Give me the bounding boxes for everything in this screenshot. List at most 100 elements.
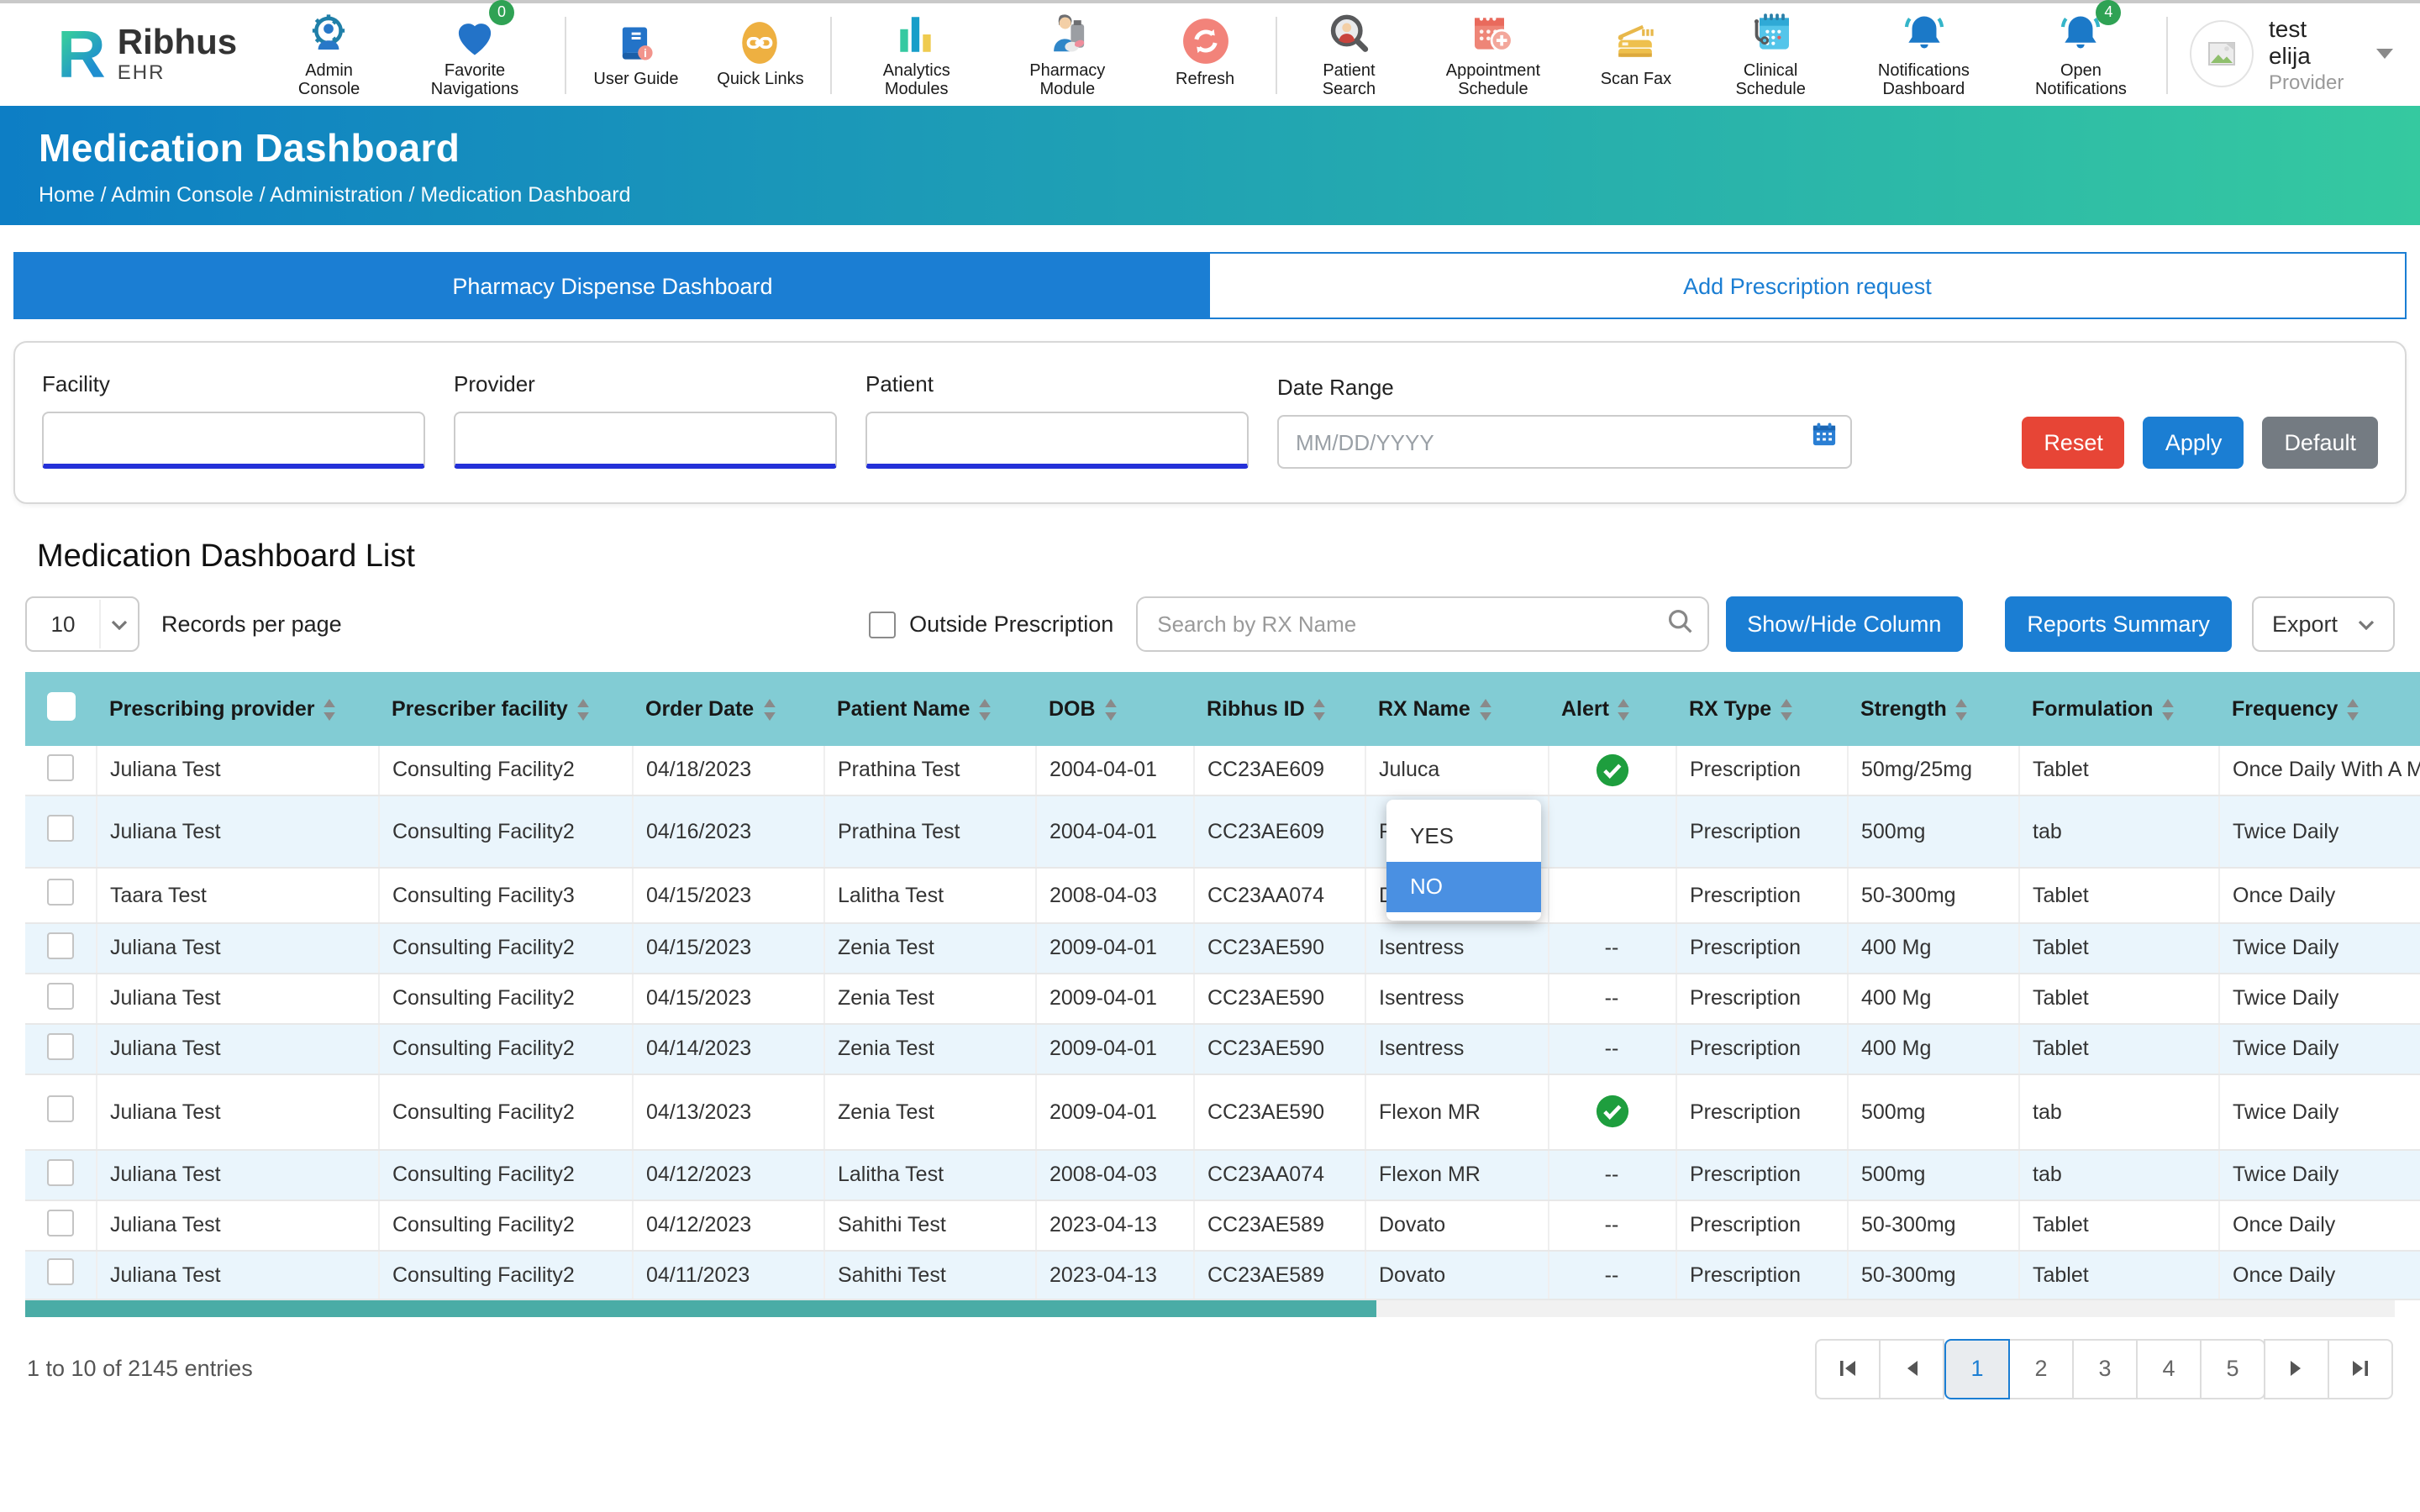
table-cell: 50-300mg: [1847, 1200, 2018, 1250]
column-header[interactable]: Alert: [1548, 672, 1676, 746]
sort-icon[interactable]: [762, 698, 776, 720]
date-range-input[interactable]: [1277, 415, 1852, 469]
table-cell: 2008-04-03: [1035, 867, 1193, 922]
horizontal-scrollbar[interactable]: [25, 1299, 2395, 1316]
calendar-icon[interactable]: [1812, 422, 1837, 455]
table-cell: Prescription: [1676, 973, 1847, 1023]
column-header[interactable]: RX Type: [1676, 672, 1847, 746]
records-per-page-select[interactable]: 10: [25, 596, 139, 652]
nav-item-open-notifications[interactable]: 4 Open Notifications: [2004, 9, 2157, 100]
table-cell: CC23AA074: [1193, 1149, 1365, 1200]
show-hide-column-button[interactable]: Show/Hide Column: [1725, 596, 1963, 652]
column-header[interactable]: Patient Name: [823, 672, 1035, 746]
last-page-button[interactable]: [2328, 1338, 2393, 1399]
row-checkbox[interactable]: [47, 982, 74, 1009]
table-cell: tab: [2018, 795, 2218, 867]
table-cell: Once Daily: [2218, 1200, 2420, 1250]
nav-item-pharmacy-module[interactable]: Pharmacy Module: [992, 9, 1144, 100]
facility-input[interactable]: [42, 412, 425, 469]
nav-item-user-guide[interactable]: i User Guide: [574, 19, 698, 91]
user-menu[interactable]: test elija Provider: [2189, 14, 2393, 95]
table-cell: Twice Daily: [2218, 1023, 2420, 1074]
row-checkbox[interactable]: [47, 1258, 74, 1285]
column-header[interactable]: Ribhus ID: [1193, 672, 1365, 746]
table-cell: 04/11/2023: [632, 1250, 823, 1299]
export-dropdown[interactable]: Export: [2252, 596, 2395, 652]
nav-item-refresh[interactable]: Refresh: [1143, 19, 1267, 91]
row-checkbox[interactable]: [47, 1158, 74, 1185]
sort-icon[interactable]: [576, 698, 590, 720]
sort-icon[interactable]: [2346, 698, 2360, 720]
sort-icon[interactable]: [1618, 698, 1631, 720]
column-header[interactable]: Frequency: [2218, 672, 2420, 746]
apply-button[interactable]: Apply: [2144, 417, 2244, 469]
column-header[interactable]: Formulation: [2018, 672, 2218, 746]
nav-item-clinical-schedule[interactable]: Clinical Schedule: [1698, 9, 1843, 100]
reports-summary-button[interactable]: Reports Summary: [2005, 596, 2232, 652]
alert-option-no[interactable]: NO: [1386, 862, 1541, 912]
reset-button[interactable]: Reset: [2022, 417, 2125, 469]
breadcrumb[interactable]: Home / Admin Console / Administration / …: [39, 182, 2420, 206]
nav-label: Clinical Schedule: [1708, 61, 1833, 100]
nav-item-scan-fax[interactable]: Scan Fax: [1574, 19, 1698, 91]
alert-option-yes[interactable]: YES: [1386, 811, 1541, 862]
search-input[interactable]: [1135, 596, 1708, 652]
row-checkbox[interactable]: [47, 1032, 74, 1059]
nav-item-favorite-navigations[interactable]: 0 Favorite Navigations: [394, 9, 555, 100]
column-header[interactable]: DOB: [1035, 672, 1193, 746]
refresh-icon: [1181, 19, 1229, 66]
prev-page-button[interactable]: [1879, 1338, 1944, 1399]
row-checkbox[interactable]: [47, 879, 74, 906]
row-checkbox[interactable]: [47, 815, 74, 842]
table-cell: CC23AE609: [1193, 795, 1365, 867]
nav-label: Appointment Schedule: [1423, 61, 1564, 100]
sort-icon[interactable]: [324, 698, 337, 720]
sort-icon[interactable]: [1780, 698, 1793, 720]
provider-input[interactable]: [454, 412, 837, 469]
sort-icon[interactable]: [2161, 698, 2175, 720]
nav-item-analytics-modules[interactable]: Analytics Modules: [841, 9, 992, 100]
column-header[interactable]: Prescriber facility: [378, 672, 632, 746]
next-page-button[interactable]: [2264, 1338, 2329, 1399]
alert-check-icon[interactable]: [1594, 1094, 1629, 1129]
page-button-4[interactable]: 4: [2136, 1338, 2202, 1399]
nav-item-appointment-schedule[interactable]: Appointment Schedule: [1413, 9, 1574, 100]
sort-icon[interactable]: [1955, 698, 1969, 720]
tab-pharmacy-dispense-dashboard[interactable]: Pharmacy Dispense Dashboard: [15, 254, 1210, 318]
select-all-checkbox[interactable]: [46, 692, 75, 721]
column-header[interactable]: Strength: [1847, 672, 2018, 746]
page-button-5[interactable]: 5: [2200, 1338, 2265, 1399]
column-header[interactable]: Order Date: [632, 672, 823, 746]
row-select-cell: [25, 1200, 96, 1250]
alert-check-icon[interactable]: [1594, 753, 1629, 788]
row-checkbox[interactable]: [47, 1095, 74, 1122]
nav-item-patient-search[interactable]: Patient Search: [1286, 9, 1413, 100]
sort-icon[interactable]: [1313, 698, 1327, 720]
table-cell: Juliana Test: [96, 795, 378, 867]
tab-add-prescription-request[interactable]: Add Prescription request: [1210, 254, 2405, 318]
sort-icon[interactable]: [978, 698, 992, 720]
page-button-3[interactable]: 3: [2072, 1338, 2138, 1399]
first-page-button[interactable]: [1815, 1338, 1881, 1399]
column-header[interactable]: RX Name: [1365, 672, 1548, 746]
table-cell: CC23AE589: [1193, 1250, 1365, 1299]
nav-item-notifications-dashboard[interactable]: Notifications Dashboard: [1843, 9, 2004, 100]
table-cell: Lalitha Test: [823, 1149, 1035, 1200]
patient-input[interactable]: [865, 412, 1249, 469]
row-checkbox[interactable]: [47, 1209, 74, 1236]
default-button[interactable]: Default: [2262, 417, 2378, 469]
sort-icon[interactable]: [1479, 698, 1492, 720]
brand-logo[interactable]: R Ribhus EHR: [57, 21, 237, 88]
row-checkbox[interactable]: [47, 754, 74, 781]
outside-prescription-checkbox[interactable]: [869, 611, 896, 638]
page-button-1[interactable]: 1: [1944, 1338, 2010, 1399]
nav-divider: [564, 16, 566, 93]
sort-icon[interactable]: [1104, 698, 1118, 720]
scrollbar-thumb[interactable]: [25, 1299, 1376, 1316]
page-button-2[interactable]: 2: [2008, 1338, 2074, 1399]
column-header[interactable]: Prescribing provider: [96, 672, 378, 746]
table-cell: Dovato: [1365, 1200, 1548, 1250]
nav-item-admin-console[interactable]: Admin Console: [264, 9, 394, 100]
row-checkbox[interactable]: [47, 932, 74, 958]
nav-item-quick-links[interactable]: Quick Links: [698, 19, 823, 91]
